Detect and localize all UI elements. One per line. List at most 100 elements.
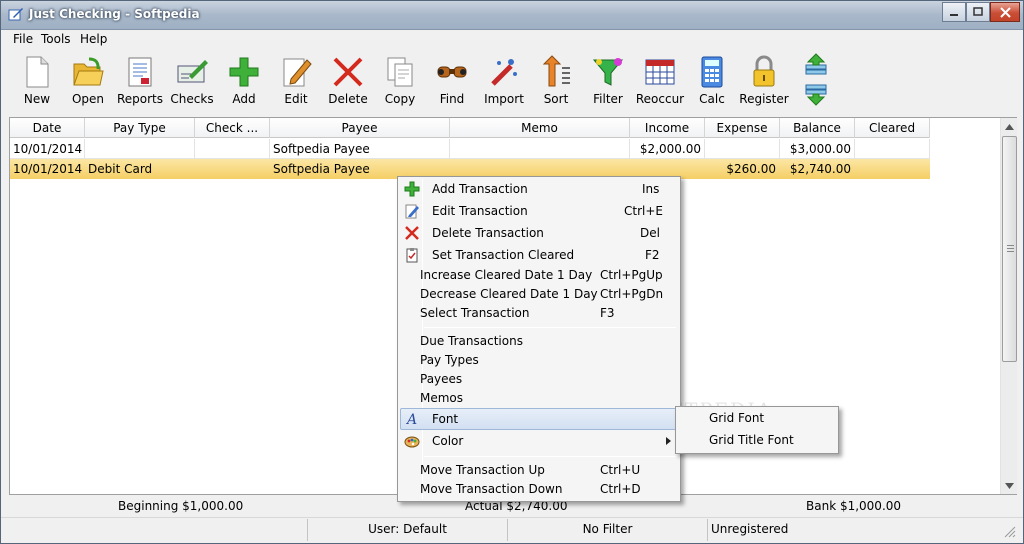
scroll-up-button[interactable] <box>1001 118 1018 135</box>
menu-item-pay-types[interactable]: Pay Types <box>400 350 678 370</box>
menu-item-edit-transaction[interactable]: Edit Transaction Ctrl+E <box>400 201 678 221</box>
arrow-up-icon <box>1005 123 1014 130</box>
menu-shortcut: Ins <box>642 182 660 196</box>
filter-button[interactable]: Filter <box>582 52 634 110</box>
column-header-cleared[interactable]: Cleared <box>855 118 930 138</box>
app-window: Just Checking - Softpedia File Tools Hel… <box>0 0 1024 544</box>
cell-cleared <box>855 159 930 179</box>
find-button[interactable]: Find <box>426 52 478 110</box>
cell-check <box>195 159 270 179</box>
menu-label: Pay Types <box>420 353 479 367</box>
menu-file[interactable]: File <box>11 32 35 46</box>
delete-x-icon <box>333 57 363 87</box>
color-palette-icon <box>404 436 420 448</box>
move-up-button[interactable] <box>804 53 828 75</box>
reports-button[interactable]: Reports <box>114 52 166 110</box>
menu-shortcut: F2 <box>645 248 660 262</box>
font-letter-icon: A <box>405 412 417 427</box>
column-header-check[interactable]: Check ... <box>195 118 270 138</box>
add-plus-icon <box>229 57 259 87</box>
arrow-down-icon <box>1005 482 1014 489</box>
cell-check <box>195 139 270 159</box>
vertical-scrollbar[interactable] <box>1000 118 1017 494</box>
status-user: User: Default <box>308 519 508 541</box>
menu-shortcut: Ctrl+E <box>624 204 663 218</box>
window-title: Just Checking - Softpedia <box>29 7 200 21</box>
register-label: Register <box>739 92 789 106</box>
submenu-item-grid-font[interactable]: Grid Font <box>709 411 764 425</box>
cell-expense: $260.00 <box>726 162 776 176</box>
menu-item-font[interactable]: A Font <box>400 408 678 430</box>
menu-shortcut: Del <box>640 226 660 240</box>
resize-grip-icon[interactable] <box>1004 526 1016 538</box>
menu-label: Delete Transaction <box>432 226 544 240</box>
column-header-memo[interactable]: Memo <box>450 118 630 138</box>
menu-item-move-up[interactable]: Move Transaction Up Ctrl+U <box>400 460 678 480</box>
column-header-expense[interactable]: Expense <box>705 118 780 138</box>
menu-item-set-cleared[interactable]: Set Transaction Cleared F2 <box>400 245 678 265</box>
checks-icon <box>177 60 208 83</box>
copy-icon <box>387 57 413 87</box>
menu-tools[interactable]: Tools <box>39 32 73 46</box>
column-header-payee[interactable]: Payee <box>270 118 450 138</box>
menu-label: Add Transaction <box>432 182 528 196</box>
scroll-down-button[interactable] <box>1001 477 1018 494</box>
close-icon <box>999 6 1011 18</box>
column-header-date[interactable]: Date <box>10 118 85 138</box>
checks-button[interactable]: Checks <box>166 52 218 110</box>
menu-item-select-transaction[interactable]: Select Transaction F3 <box>400 303 678 323</box>
menu-label: Set Transaction Cleared <box>432 248 575 262</box>
delete-button[interactable]: Delete <box>322 52 374 110</box>
menu-label: Move Transaction Up <box>420 463 545 477</box>
menu-label: Move Transaction Down <box>420 482 563 496</box>
clipboard-check-icon <box>406 248 418 263</box>
open-button[interactable]: Open <box>62 52 114 110</box>
import-wand-icon <box>491 59 517 86</box>
reoccur-button[interactable]: Reoccur <box>634 52 686 110</box>
move-down-button[interactable] <box>804 84 828 106</box>
context-menu: Add Transaction Ins Edit Transaction Ctr… <box>397 176 681 502</box>
column-header-pay-type[interactable]: Pay Type <box>85 118 195 138</box>
close-button[interactable] <box>990 2 1020 22</box>
font-submenu: Grid Font Grid Title Font <box>675 406 839 454</box>
table-row[interactable]: 10/01/2014 Softpedia Payee $2,000.00 $3,… <box>10 139 930 159</box>
grid-header: Date Pay Type Check ... Payee Memo Incom… <box>10 118 930 138</box>
add-button[interactable]: Add <box>218 52 270 110</box>
menu-item-payees[interactable]: Payees <box>400 369 678 389</box>
cell-payee: Softpedia Payee <box>270 139 450 159</box>
menu-shortcut: Ctrl+U <box>600 463 641 477</box>
menu-item-color[interactable]: Color <box>400 431 678 451</box>
menu-item-delete-transaction[interactable]: Delete Transaction Del <box>400 223 678 243</box>
column-header-income[interactable]: Income <box>630 118 705 138</box>
menu-help[interactable]: Help <box>78 32 109 46</box>
submenu-item-grid-title-font[interactable]: Grid Title Font <box>709 433 794 447</box>
menu-item-memos[interactable]: Memos <box>400 388 678 408</box>
import-button[interactable]: Import <box>478 52 530 110</box>
cell-balance: $2,740.00 <box>789 162 851 176</box>
menu-item-move-down[interactable]: Move Transaction Down Ctrl+D <box>400 479 678 499</box>
menu-item-decrease-cleared-date[interactable]: Decrease Cleared Date 1 Day Ctrl+PgDn <box>400 284 678 304</box>
menu-item-due-transactions[interactable]: Due Transactions <box>400 331 678 351</box>
menu-item-add-transaction[interactable]: Add Transaction Ins <box>400 179 678 199</box>
menu-label: Font <box>432 412 459 426</box>
maximize-button[interactable] <box>966 2 990 22</box>
calc-button[interactable]: Calc <box>686 52 738 110</box>
minimize-button[interactable] <box>942 2 966 22</box>
edit-pencil-icon <box>405 204 419 219</box>
title-bar[interactable]: Just Checking - Softpedia <box>1 1 1023 30</box>
cell-expense <box>705 139 780 159</box>
copy-button[interactable]: Copy <box>374 52 426 110</box>
scroll-thumb[interactable] <box>1002 136 1017 362</box>
beginning-balance: Beginning $1,000.00 <box>118 499 244 513</box>
sort-button[interactable]: Sort <box>530 52 582 110</box>
menu-label: Memos <box>420 391 464 405</box>
maximize-icon <box>973 7 983 16</box>
register-button[interactable]: Register <box>738 52 790 110</box>
move-down-arrow-icon <box>805 84 827 106</box>
cell-balance: $3,000.00 <box>780 139 855 159</box>
menu-item-increase-cleared-date[interactable]: Increase Cleared Date 1 Day Ctrl+PgUp <box>400 265 678 285</box>
column-header-balance[interactable]: Balance <box>780 118 855 138</box>
menu-label: Increase Cleared Date 1 Day <box>420 268 593 282</box>
edit-button[interactable]: Edit <box>270 52 322 110</box>
menu-label: Payees <box>420 372 463 386</box>
